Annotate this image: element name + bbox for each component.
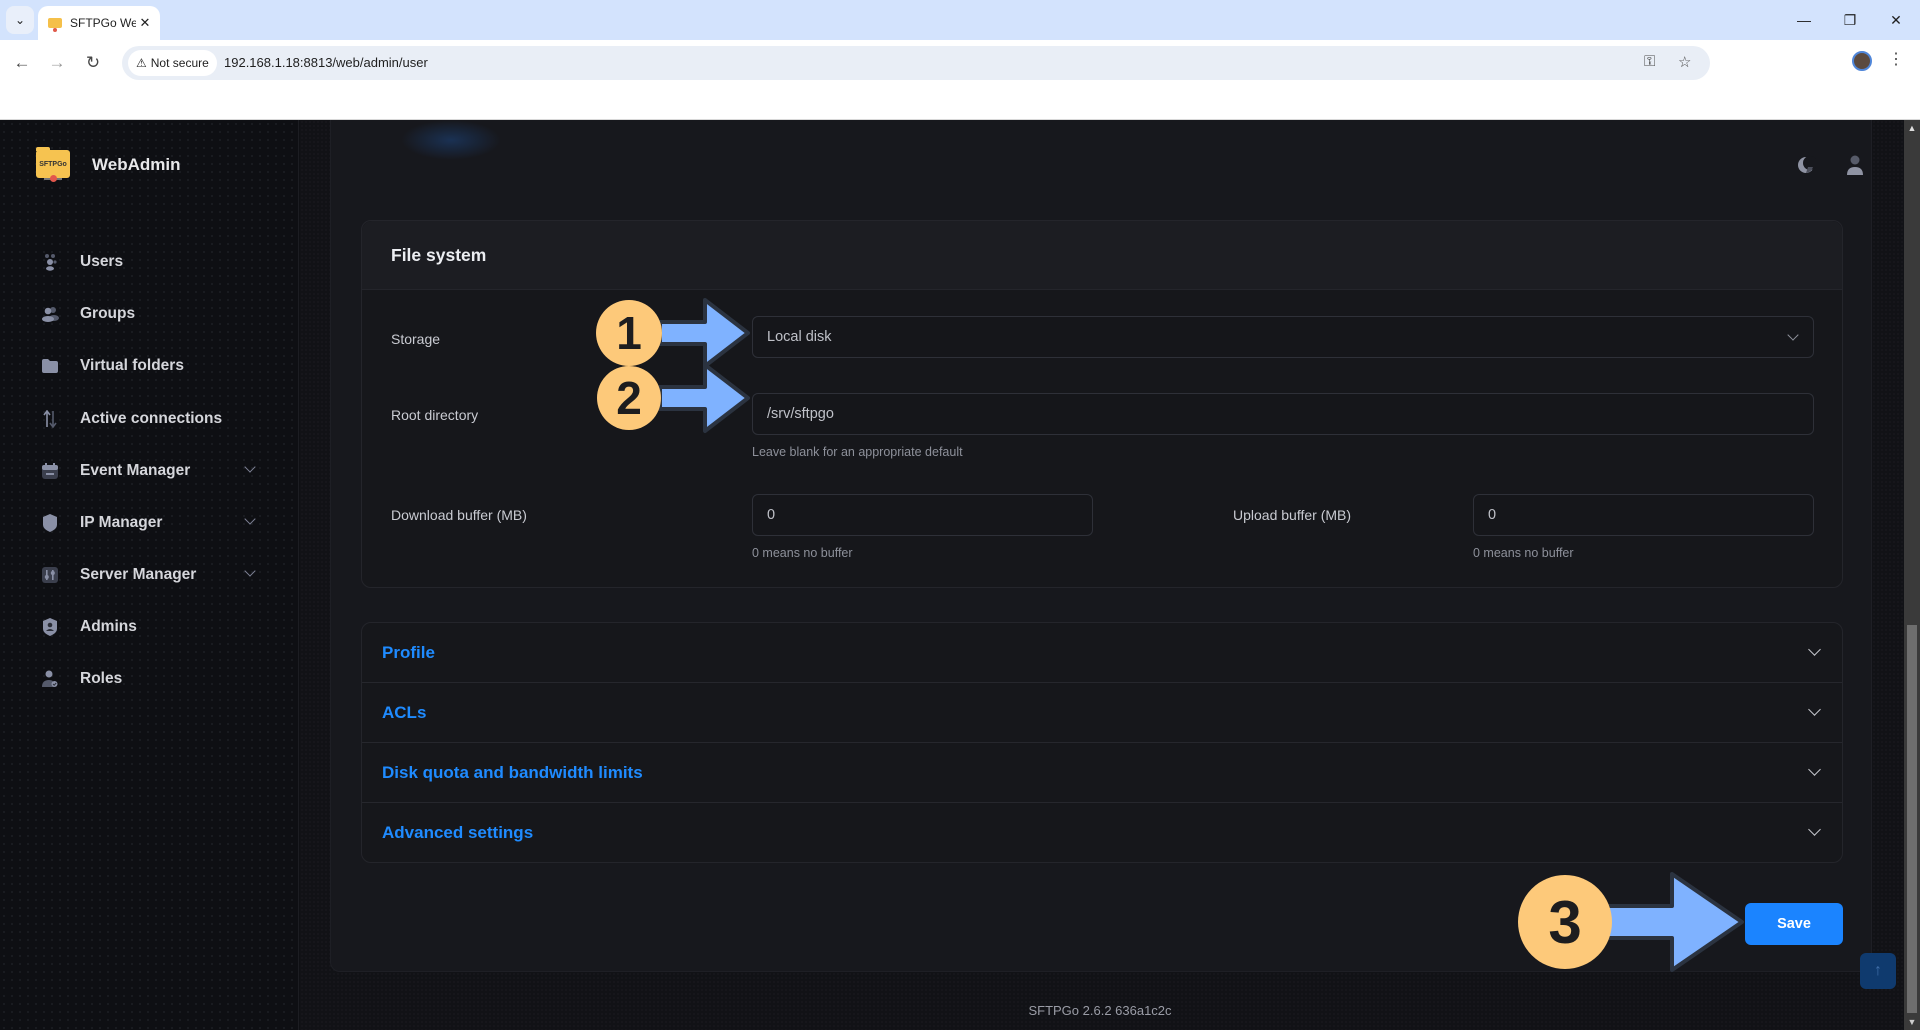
annotation-badge-1: 1	[596, 300, 662, 366]
annotation-badge-3: 3	[1518, 875, 1612, 969]
annotation-badge-2: 2	[597, 366, 661, 430]
annotation-arrows	[658, 298, 1744, 972]
annotation-arrow-2	[658, 363, 750, 433]
annotation-arrow-3	[1598, 872, 1744, 972]
annotation-arrow-1	[658, 298, 750, 368]
